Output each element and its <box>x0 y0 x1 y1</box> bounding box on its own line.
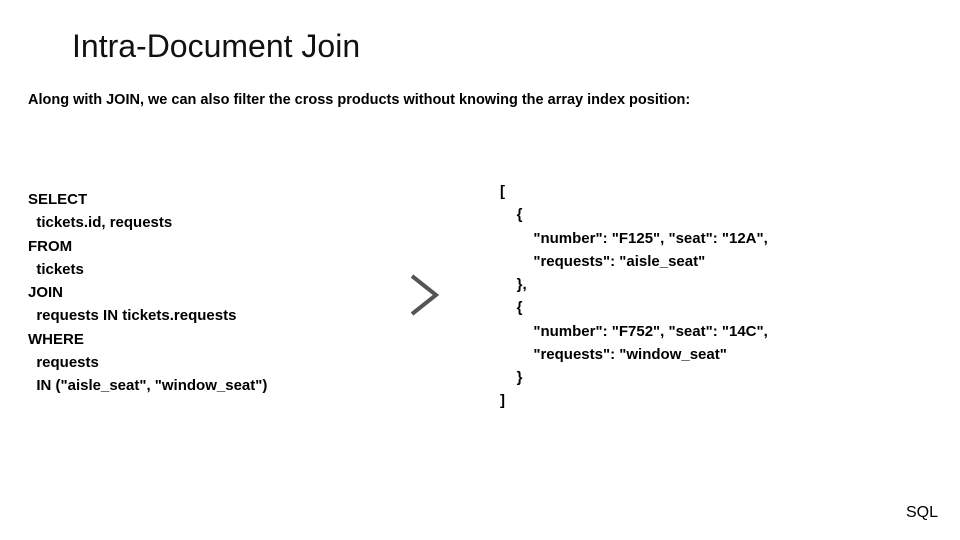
chevron-right-icon <box>400 270 450 320</box>
slide-subtitle: Along with JOIN, we can also filter the … <box>28 92 690 108</box>
footer-tag: SQL <box>906 504 938 522</box>
sql-query-block: SELECT tickets.id, requests FROM tickets… <box>28 188 267 397</box>
json-output-block: [ { "number": "F125", "seat": "12A", "re… <box>500 180 768 413</box>
slide-title: Intra-Document Join <box>72 28 360 65</box>
